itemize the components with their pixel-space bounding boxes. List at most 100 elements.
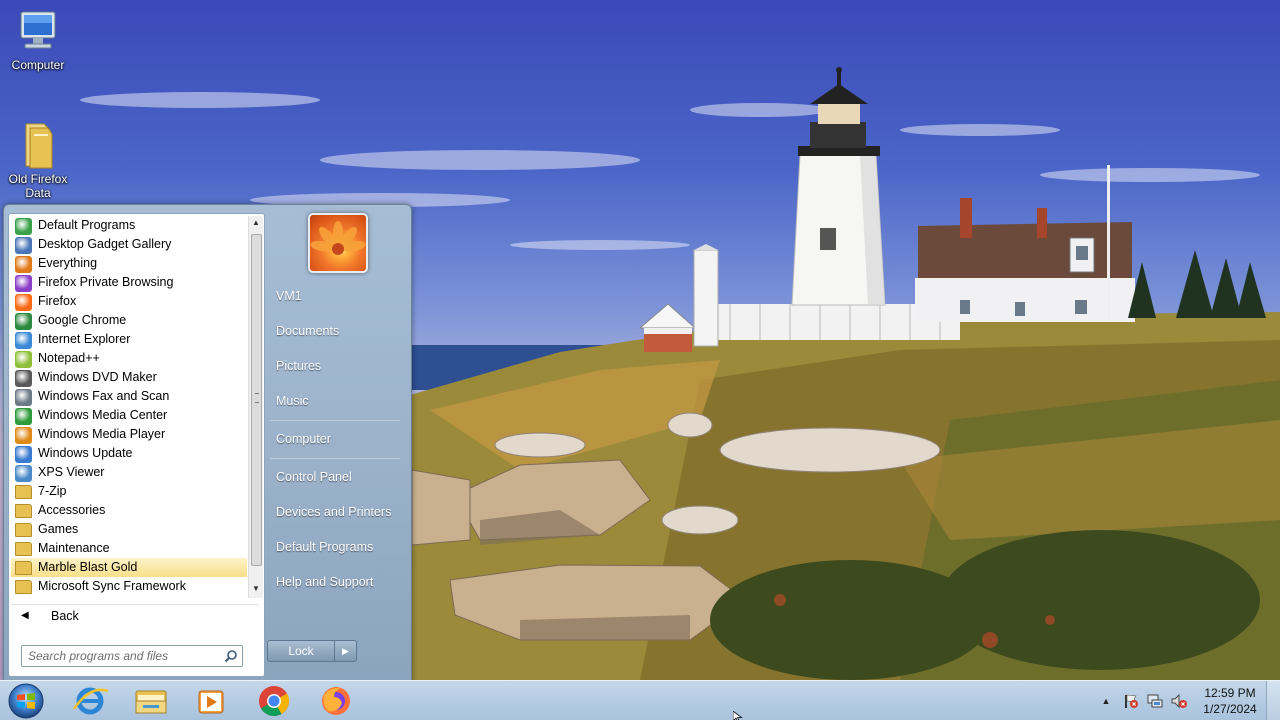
start-link-devices-and-printers[interactable]: Devices and Printers (268, 499, 412, 525)
search-icon[interactable] (224, 649, 238, 663)
start-link-user-folder[interactable]: VM1 (268, 283, 412, 309)
program-list-item[interactable]: Desktop Gadget Gallery (11, 235, 247, 254)
taskbar-internet-explorer[interactable] (64, 683, 116, 719)
taskbar-clock[interactable]: 12:59 PM 1/27/2024 (1196, 685, 1264, 717)
show-hidden-icons-button[interactable]: ▲ (1100, 693, 1112, 709)
search-box[interactable] (21, 645, 243, 667)
program-list-item[interactable]: Marble Blast Gold (11, 558, 247, 577)
folder-icon (25, 123, 53, 169)
media-player-icon (15, 427, 32, 444)
program-list-item[interactable]: Windows Update (11, 444, 247, 463)
program-list-scrollbar[interactable]: ▲ ▼ (248, 216, 263, 598)
action-center-flag-icon[interactable] (1123, 693, 1139, 709)
ie-icon (15, 332, 32, 349)
media-player-icon (198, 690, 224, 714)
program-list-item[interactable]: Firefox Private Browsing (11, 273, 247, 292)
gadget-icon (15, 237, 32, 254)
program-list-item[interactable]: Windows Media Player (11, 425, 247, 444)
folder-icon (15, 561, 32, 575)
scroll-down-arrow[interactable]: ▼ (249, 582, 263, 596)
start-link-pictures[interactable]: Pictures (268, 353, 412, 379)
program-label: Google Chrome (38, 313, 127, 327)
program-list-item[interactable]: Default Programs (11, 216, 247, 235)
program-list-item[interactable]: Windows DVD Maker (11, 368, 247, 387)
program-list-item[interactable]: Maintenance (11, 539, 247, 558)
taskbar: ▲ 12:59 PM 1/27/2024 (0, 680, 1280, 720)
start-link-control-panel[interactable]: Control Panel (268, 464, 412, 490)
computer-icon (20, 11, 56, 49)
program-label: Games (38, 522, 79, 536)
right-pane-separator (270, 420, 400, 421)
start-link-help-and-support[interactable]: Help and Support (268, 569, 412, 595)
program-label: Marble Blast Gold (38, 560, 138, 574)
flower-icon (310, 221, 366, 255)
program-label: Notepad++ (38, 351, 100, 365)
program-list-item[interactable]: XPS Viewer (11, 463, 247, 482)
desktop-icon-label: Computer (11, 58, 65, 72)
notepadpp-icon (15, 351, 32, 368)
program-label: Everything (38, 256, 98, 270)
firefox-icon (15, 294, 32, 311)
program-list-item[interactable]: Internet Explorer (11, 330, 247, 349)
lock-button[interactable]: Lock (267, 640, 335, 662)
program-label: 7-Zip (38, 484, 67, 498)
taskbar-media-player[interactable] (185, 683, 237, 719)
scroll-up-arrow[interactable]: ▲ (249, 216, 263, 230)
all-programs-list[interactable]: Default Programs Desktop Gadget Gallery Ev… (11, 216, 247, 598)
program-list-item[interactable]: Windows Fax and Scan (11, 387, 247, 406)
start-button[interactable] (6, 683, 46, 719)
program-list-item[interactable]: Firefox (11, 292, 247, 311)
ie-icon (72, 687, 109, 715)
user-account-picture[interactable] (308, 213, 368, 273)
program-label: Firefox (38, 294, 77, 308)
start-menu: Default Programs Desktop Gadget Gallery Ev… (3, 204, 412, 682)
file-explorer-icon (135, 690, 167, 714)
windows-update-icon (15, 446, 32, 463)
program-list-item[interactable]: Accessories (11, 501, 247, 520)
default-programs-icon (15, 218, 32, 235)
program-label: XPS Viewer (38, 465, 105, 479)
scroll-thumb-grip (255, 393, 259, 403)
program-list-item[interactable]: Windows Media Center (11, 406, 247, 425)
desktop-icon-old-firefox-data[interactable]: Old Firefox Data (0, 120, 76, 200)
dvd-maker-icon (15, 370, 32, 387)
shutdown-options-arrow[interactable]: ▶ (334, 640, 357, 662)
back-label: Back (51, 609, 79, 623)
program-label: Maintenance (38, 541, 110, 555)
program-label: Windows Fax and Scan (38, 389, 170, 403)
chrome-icon (259, 686, 290, 717)
program-label: Default Programs (38, 218, 136, 232)
back-arrow-icon: ◀ (21, 610, 29, 621)
desktop-icon-computer[interactable]: Computer (0, 8, 76, 72)
clock-date: 1/27/2024 (1203, 702, 1257, 716)
magnifier-icon (15, 256, 32, 273)
program-label: Desktop Gadget Gallery (38, 237, 172, 251)
taskbar-firefox[interactable] (310, 683, 362, 719)
folder-icon (15, 523, 32, 537)
program-label: Windows Update (38, 446, 133, 460)
right-pane-separator (270, 458, 400, 459)
start-link-documents[interactable]: Documents (268, 318, 412, 344)
taskbar-file-explorer[interactable] (125, 683, 177, 719)
program-list-item[interactable]: Games (11, 520, 247, 539)
folder-icon (15, 504, 32, 518)
program-list-item[interactable]: Google Chrome (11, 311, 247, 330)
search-input[interactable] (28, 648, 214, 664)
start-link-default-programs[interactable]: Default Programs (268, 534, 412, 560)
program-list-item[interactable]: Everything (11, 254, 247, 273)
start-link-computer[interactable]: Computer (268, 426, 412, 452)
program-label: Accessories (38, 503, 106, 517)
start-link-music[interactable]: Music (268, 388, 412, 414)
show-desktop-button[interactable] (1266, 681, 1280, 720)
program-list-item[interactable]: Notepad++ (11, 349, 247, 368)
private-browsing-icon (15, 275, 32, 292)
program-label: Windows Media Player (38, 427, 166, 441)
scroll-thumb[interactable] (251, 234, 262, 566)
back-button[interactable]: ◀ Back (11, 604, 259, 627)
program-list-item[interactable]: 7-Zip (11, 482, 247, 501)
volume-muted-icon[interactable] (1171, 693, 1187, 709)
program-label: Windows Media Center (38, 408, 168, 422)
network-icon[interactable] (1147, 693, 1163, 709)
program-list-item[interactable]: Microsoft Sync Framework (11, 577, 247, 596)
taskbar-google-chrome[interactable] (248, 683, 300, 719)
